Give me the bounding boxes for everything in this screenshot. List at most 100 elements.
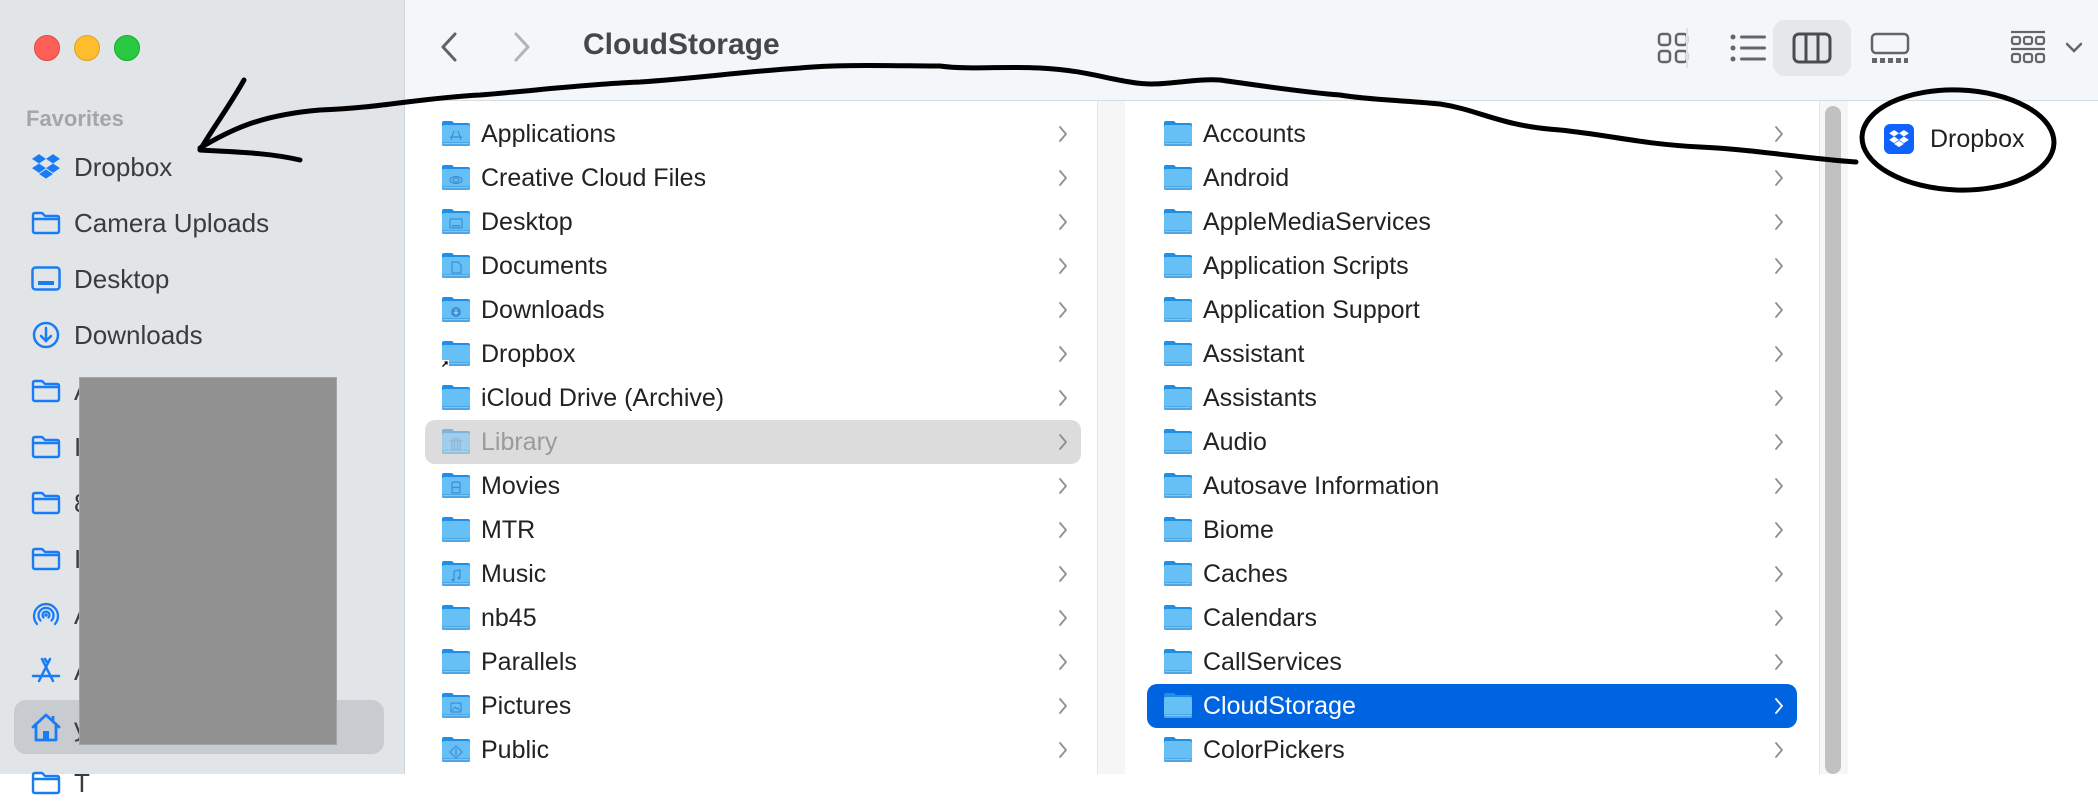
folder-icon <box>30 487 62 519</box>
folder-icon <box>1163 428 1193 456</box>
list-item-autosave-information[interactable]: Autosave Information <box>1147 464 1797 508</box>
folder-icon <box>441 296 471 324</box>
list-item-label: iCloud Drive (Archive) <box>481 383 725 412</box>
chevron-right-icon <box>514 32 530 62</box>
chevron-right-icon <box>1773 740 1785 760</box>
chevron-right-icon <box>1057 300 1069 320</box>
list-item-android[interactable]: Android <box>1147 156 1797 200</box>
list-item-mtr[interactable]: MTR <box>425 508 1081 552</box>
list-item-label: Documents <box>481 251 608 280</box>
list-item-label: Downloads <box>481 295 605 324</box>
list-item-movies[interactable]: Movies <box>425 464 1081 508</box>
sidebar-section-favorites: Favorites <box>26 106 124 131</box>
sidebar-item-desktop[interactable]: Desktop <box>14 252 384 306</box>
gallery-view-button[interactable] <box>1851 20 1929 76</box>
list-item-label: Biome <box>1203 515 1274 544</box>
list-item-accounts[interactable]: Accounts <box>1147 112 1797 156</box>
folder-icon <box>1163 604 1193 632</box>
chevron-right-icon <box>1773 256 1785 276</box>
list-item-parallels[interactable]: Parallels <box>425 640 1081 684</box>
list-item-label: Application Scripts <box>1203 251 1409 280</box>
folder-icon <box>30 543 62 575</box>
chevron-right-icon <box>1773 388 1785 408</box>
chevron-right-icon <box>1057 696 1069 716</box>
list-item-label: Parallels <box>481 647 577 676</box>
chevron-down-icon <box>2065 42 2083 53</box>
chevron-right-icon <box>1057 212 1069 232</box>
list-item-callservices[interactable]: CallServices <box>1147 640 1797 684</box>
folder-icon <box>441 120 471 148</box>
list-item-caches[interactable]: Caches <box>1147 552 1797 596</box>
zoom-button[interactable] <box>114 35 140 61</box>
column-home-scroll-track[interactable] <box>1097 101 1126 774</box>
list-item-documents[interactable]: Documents <box>425 244 1081 288</box>
list-item-assistant[interactable]: Assistant <box>1147 332 1797 376</box>
window-title: CloudStorage <box>583 28 780 61</box>
folder-icon <box>441 340 471 368</box>
list-item-label: Public <box>481 735 550 764</box>
list-item-label: Audio <box>1203 427 1267 456</box>
list-item-label: MTR <box>481 515 536 544</box>
column-library-scrollbar[interactable] <box>1825 106 1841 774</box>
chevron-right-icon <box>1773 432 1785 452</box>
list-item-label: Application Support <box>1203 295 1420 324</box>
column-library: Accounts Android AppleMediaServices Appl… <box>1125 101 1819 774</box>
list-item-applications[interactable]: Applications <box>425 112 1081 156</box>
group-by-button[interactable] <box>1996 20 2096 76</box>
list-item-label: Android <box>1203 163 1290 192</box>
list-item-downloads[interactable]: Downloads <box>425 288 1081 332</box>
column-view-button[interactable] <box>1773 20 1851 76</box>
chevron-right-icon <box>1773 564 1785 584</box>
list-item-pictures[interactable]: Pictures <box>425 684 1081 728</box>
close-button[interactable] <box>34 35 60 61</box>
folder-icon <box>1163 384 1193 412</box>
list-item-creative-cloud-files[interactable]: Creative Cloud Files <box>425 156 1081 200</box>
folder-icon <box>30 431 62 463</box>
list-item-assistants[interactable]: Assistants <box>1147 376 1797 420</box>
desktop-icon <box>30 263 62 295</box>
list-item-nb45[interactable]: nb45 <box>425 596 1081 640</box>
list-item-dropbox[interactable]: Dropbox <box>425 332 1081 376</box>
redaction-block <box>79 377 337 745</box>
folder-icon <box>1163 296 1193 324</box>
forward-button[interactable] <box>502 26 542 68</box>
sidebar-item-camera-uploads[interactable]: Camera Uploads <box>14 196 384 250</box>
list-item-label: Assistant <box>1203 339 1305 368</box>
minimize-button[interactable] <box>74 35 100 61</box>
icon-view-button[interactable] <box>1634 20 1712 76</box>
list-item-colorpickers[interactable]: ColorPickers <box>1147 728 1797 772</box>
folder-icon <box>1163 560 1193 588</box>
folder-icon <box>30 767 62 799</box>
list-item-biome[interactable]: Biome <box>1147 508 1797 552</box>
chevron-right-icon <box>1773 124 1785 144</box>
list-item-library[interactable]: Library <box>425 420 1081 464</box>
list-item-music[interactable]: Music <box>425 552 1081 596</box>
folder-icon <box>441 208 471 236</box>
list-item-audio[interactable]: Audio <box>1147 420 1797 464</box>
chevron-right-icon <box>1773 212 1785 232</box>
list-item-label: Pictures <box>481 691 572 720</box>
list-item-applemediaservices[interactable]: AppleMediaServices <box>1147 200 1797 244</box>
list-item-dropbox[interactable]: Dropbox <box>1884 119 2025 159</box>
column-home: Applications Creative Cloud Files Deskto… <box>405 101 1097 774</box>
list-item-application-scripts[interactable]: Application Scripts <box>1147 244 1797 288</box>
list-item-label: Desktop <box>481 207 573 236</box>
chevron-right-icon <box>1773 168 1785 188</box>
list-item-cloudstorage[interactable]: CloudStorage <box>1147 684 1797 728</box>
sidebar-item-downloads[interactable]: Downloads <box>14 308 384 362</box>
list-item-desktop[interactable]: Desktop <box>425 200 1081 244</box>
sidebar-item-dropbox[interactable]: Dropbox <box>14 140 384 194</box>
list-item-icloud-drive-archive[interactable]: iCloud Drive (Archive) <box>425 376 1081 420</box>
list-item-calendars[interactable]: Calendars <box>1147 596 1797 640</box>
chevron-right-icon <box>1057 432 1069 452</box>
list-item-public[interactable]: Public <box>425 728 1081 772</box>
back-button[interactable] <box>429 26 469 68</box>
folder-icon <box>441 560 471 588</box>
group-by-icon <box>2010 30 2046 64</box>
sidebar-item-redacted-11[interactable]: T <box>14 756 384 810</box>
list-item-application-support[interactable]: Application Support <box>1147 288 1797 332</box>
list-item-label: Accounts <box>1203 119 1306 148</box>
home-icon <box>30 711 62 743</box>
chevron-right-icon <box>1057 740 1069 760</box>
list-item-label: Autosave Information <box>1203 471 1440 500</box>
